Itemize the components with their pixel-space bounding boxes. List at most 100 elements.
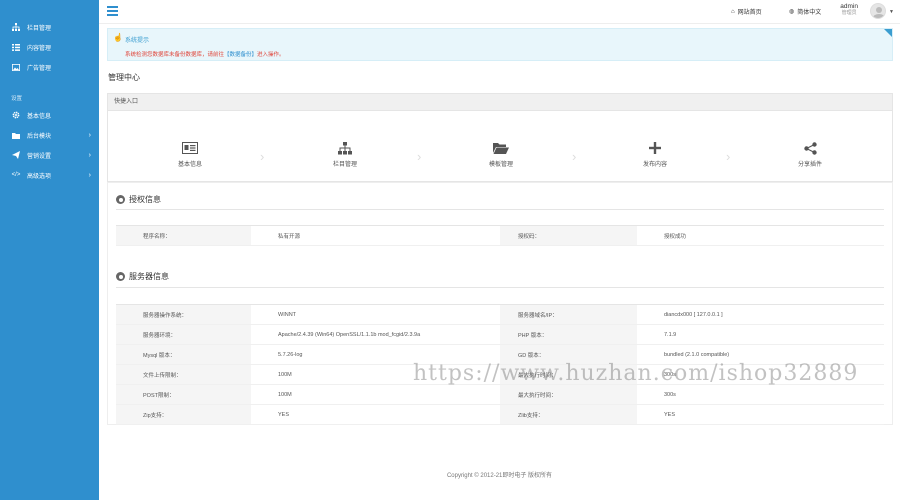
quick-entry-panel: 快捷入口 基本信息 › 栏目管理 › 模板管理 › 发布内容 › 分享插件 bbox=[107, 93, 893, 182]
plus-icon bbox=[615, 142, 695, 156]
sitemap-icon bbox=[11, 22, 21, 32]
footer-copyright: Copyright © 2012-21即时电子 版权所有 bbox=[446, 473, 553, 479]
table-cell: 100M bbox=[251, 384, 500, 405]
sidebar-item-ads[interactable]: 广告管理 bbox=[0, 57, 99, 77]
backup-link[interactable]: 【数据备份】 bbox=[224, 52, 257, 58]
table-cell: POST限制： bbox=[116, 384, 251, 405]
site-info-table: 程序名称： 私有开源 授权码： 授权成功 bbox=[116, 225, 884, 246]
page-title: 管理中心 bbox=[108, 73, 140, 82]
table-row: 程序名称： 私有开源 授权码： 授权成功 bbox=[116, 225, 884, 246]
alert-corner bbox=[884, 29, 892, 37]
sidebar-item-marketing[interactable]: 营销设置 › bbox=[0, 145, 99, 165]
menu-toggle-icon[interactable] bbox=[107, 6, 118, 16]
table-row: 服务器环境： Apache/2.4.39 (Win64) OpenSSL/1.1… bbox=[116, 324, 884, 345]
info-section: 授权信息 程序名称： 私有开源 授权码： 授权成功 服务器信息 服务器操作系统：… bbox=[107, 182, 893, 425]
table-cell: Zlib支持： bbox=[500, 404, 637, 425]
table-cell: 文件上传限制： bbox=[116, 364, 251, 385]
gear-icon bbox=[116, 272, 125, 281]
table-cell: 服务器操作系统： bbox=[116, 304, 251, 325]
image-icon bbox=[11, 62, 21, 72]
chevron-right-icon: › bbox=[88, 171, 91, 179]
sidebar-item-label: 基本信息 bbox=[27, 113, 52, 120]
table-cell: 最大执行时间： bbox=[500, 384, 637, 405]
site-info-title: 授权信息 bbox=[116, 194, 161, 205]
table-row: Zip支持： YES Zlib支持： YES bbox=[116, 404, 884, 425]
table-cell: 授权码： bbox=[500, 225, 637, 246]
sitemap-icon bbox=[305, 142, 385, 156]
sidebar-item-label: 内容管理 bbox=[27, 45, 52, 52]
table-cell: 服务器域名/IP： bbox=[500, 304, 637, 325]
table-row: 服务器操作系统： WINNT 服务器域名/IP： diancdx000 [ 12… bbox=[116, 304, 884, 325]
quick-item-publish[interactable]: 发布内容 bbox=[615, 111, 695, 181]
language-link-label: 简体中文 bbox=[797, 10, 822, 16]
table-cell: 程序名称： bbox=[116, 225, 251, 246]
quick-item-basic-info[interactable]: 基本信息 bbox=[150, 111, 230, 181]
sidebar-item-label: 栏目管理 bbox=[27, 25, 52, 32]
table-cell: 服务器环境： bbox=[116, 324, 251, 345]
sidebar: 栏目管理 内容管理 广告管理 设置 基本信息 后台模块 › 营销设置 › </> bbox=[0, 0, 99, 500]
table-cell: YES bbox=[251, 404, 500, 425]
share-icon bbox=[770, 142, 850, 156]
divider bbox=[116, 209, 884, 210]
quick-item-templates[interactable]: 模板管理 bbox=[461, 111, 541, 181]
quick-item-label: 分享插件 bbox=[797, 162, 822, 168]
list-icon bbox=[11, 42, 21, 52]
table-cell: diancdx000 [ 127.0.0.1 ] bbox=[637, 304, 884, 325]
sidebar-item-advanced[interactable]: </> 高级选项 › bbox=[0, 165, 99, 185]
home-link-label: 网站首页 bbox=[737, 10, 762, 16]
chevron-right-icon: › bbox=[260, 149, 265, 164]
folder-icon bbox=[11, 130, 21, 140]
globe-icon: ◍ bbox=[789, 9, 795, 15]
table-cell: Mysql 版本： bbox=[116, 344, 251, 365]
sidebar-item-basic-info[interactable]: 基本信息 bbox=[0, 105, 99, 125]
chevron-right-icon: › bbox=[88, 131, 91, 139]
quick-item-category[interactable]: 栏目管理 bbox=[305, 111, 385, 181]
user-role: 管理员 bbox=[841, 10, 857, 16]
chevron-right-icon: › bbox=[572, 149, 577, 164]
avatar[interactable] bbox=[870, 3, 886, 19]
user-menu[interactable]: admin 管理员 bbox=[840, 3, 858, 17]
caret-down-icon[interactable]: ▼ bbox=[889, 9, 894, 15]
table-cell: Zip支持： bbox=[116, 404, 251, 425]
gear-icon bbox=[11, 110, 21, 120]
code-icon: </> bbox=[11, 172, 21, 178]
divider bbox=[116, 287, 884, 288]
quick-entry-list: 基本信息 › 栏目管理 › 模板管理 › 发布内容 › 分享插件 bbox=[108, 111, 892, 181]
table-cell: Apache/2.4.39 (Win64) OpenSSL/1.1.1b mod… bbox=[251, 324, 500, 345]
chevron-right-icon: › bbox=[417, 149, 422, 164]
alert-message-suffix: 进入操作。 bbox=[257, 52, 285, 58]
server-info-title-text: 服务器信息 bbox=[129, 272, 169, 281]
table-cell: PHP 版本： bbox=[500, 324, 637, 345]
table-cell: 授权成功 bbox=[637, 225, 884, 246]
language-link[interactable]: ◍ 简体中文 bbox=[789, 7, 821, 16]
table-row: POST限制： 100M 最大执行时间： 300s bbox=[116, 384, 884, 405]
folder-open-icon bbox=[461, 142, 541, 156]
table-cell: 7.1.9 bbox=[637, 324, 884, 345]
table-cell: WINNT bbox=[251, 304, 500, 325]
table-cell: 300s bbox=[637, 384, 884, 405]
sidebar-item-label: 后台模块 bbox=[27, 133, 52, 140]
quick-entry-title: 快捷入口 bbox=[108, 94, 892, 111]
sidebar-item-content[interactable]: 内容管理 bbox=[0, 37, 99, 57]
alert-message: 系统检测您数据库未备份数据库，请前往【数据备份】进入操作。 bbox=[125, 50, 285, 58]
sidebar-group-title: 设置 bbox=[11, 96, 23, 102]
gear-icon bbox=[116, 195, 125, 204]
table-cell: 私有开源 bbox=[251, 225, 500, 246]
alert-title: 系统提示 bbox=[125, 38, 150, 44]
sidebar-item-modules[interactable]: 后台模块 › bbox=[0, 125, 99, 145]
server-info-title: 服务器信息 bbox=[116, 271, 169, 282]
quick-item-label: 基本信息 bbox=[177, 162, 202, 168]
quick-item-label: 栏目管理 bbox=[332, 162, 357, 168]
home-link[interactable]: ⌂ 网站首页 bbox=[731, 7, 762, 17]
id-card-icon bbox=[150, 142, 230, 156]
watermark: https://www.huzhan.com/ishop32889 bbox=[413, 361, 859, 386]
quick-item-share[interactable]: 分享插件 bbox=[770, 111, 850, 181]
system-alert: ☝ 系统提示 系统检测您数据库未备份数据库，请前往【数据备份】进入操作。 bbox=[107, 28, 893, 61]
send-icon bbox=[11, 150, 21, 160]
site-info-title-text: 授权信息 bbox=[129, 195, 161, 204]
table-cell: YES bbox=[637, 404, 884, 425]
sidebar-item-category[interactable]: 栏目管理 bbox=[0, 17, 99, 37]
sidebar-item-label: 高级选项 bbox=[27, 173, 52, 180]
hand-pointer-icon: ☝ bbox=[113, 33, 123, 42]
home-icon: ⌂ bbox=[731, 8, 735, 15]
